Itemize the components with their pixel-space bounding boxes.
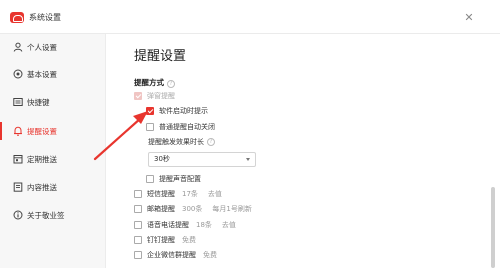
- email-refresh-note: 每月1号刷新: [212, 205, 252, 213]
- sidebar-item-about[interactable]: 关于敬业签: [0, 202, 106, 228]
- duration-label-row: 提醒触发效果时长?: [148, 137, 215, 147]
- app-logo-icon: [10, 12, 24, 23]
- dingtalk-price: 免费: [182, 236, 196, 244]
- sidebar: 个人设置 基本设置 快捷键 提醒设置 定期推送 内容推送 关于敬业签: [0, 34, 106, 268]
- sound-config-label: 提醒声音配置: [159, 175, 201, 183]
- voice-reminder-option[interactable]: 语音电话提醒 18条 去值: [134, 220, 236, 230]
- sms-reminder-label: 短信提醒: [147, 190, 175, 198]
- wecom-price: 免费: [203, 251, 217, 259]
- close-button[interactable]: ✕: [463, 12, 475, 24]
- email-reminder-label: 邮箱提醒: [147, 205, 175, 213]
- sms-quota: 17条: [182, 190, 198, 198]
- sidebar-item-content-push[interactable]: 内容推送: [0, 174, 106, 200]
- sidebar-item-personal[interactable]: 个人设置: [0, 34, 106, 60]
- duration-select-value: 30秒: [154, 155, 170, 163]
- info-icon: [13, 210, 23, 220]
- calendar-icon: [13, 155, 23, 164]
- bell-icon: [14, 126, 22, 136]
- sidebar-item-label: 提醒设置: [27, 126, 57, 136]
- help-icon[interactable]: ?: [207, 138, 215, 146]
- auto-close-option[interactable]: 普通提醒自动关闭: [146, 122, 215, 132]
- voice-reminder-checkbox[interactable]: [134, 221, 142, 229]
- dingtalk-reminder-option[interactable]: 钉钉提醒 免费: [134, 235, 196, 245]
- startup-reminder-label: 软件启动时提示: [159, 107, 208, 115]
- email-reminder-option[interactable]: 邮箱提醒 300条 每月1号刷新: [134, 204, 252, 214]
- email-quota: 300条: [182, 205, 203, 213]
- email-reminder-checkbox[interactable]: [134, 205, 142, 213]
- wecom-reminder-option[interactable]: 企业微信群提醒 免费: [134, 250, 217, 260]
- sidebar-item-scheduled-push[interactable]: 定期推送: [0, 146, 106, 172]
- window-title: 系统设置: [29, 13, 61, 22]
- scrollbar[interactable]: [491, 187, 495, 268]
- help-icon[interactable]: ?: [167, 80, 175, 88]
- popup-reminder-option: 弹窗提醒: [134, 91, 175, 101]
- sidebar-item-label: 关于敬业签: [27, 210, 65, 220]
- sidebar-item-label: 内容推送: [27, 182, 57, 192]
- sidebar-item-label: 快捷键: [27, 97, 50, 107]
- voice-quota: 18条: [196, 221, 212, 229]
- sms-reminder-checkbox[interactable]: [134, 190, 142, 198]
- section-label-text: 提醒方式: [134, 78, 164, 87]
- sidebar-item-label: 基本设置: [27, 69, 57, 79]
- wecom-reminder-checkbox[interactable]: [134, 251, 142, 259]
- startup-reminder-checkbox[interactable]: [146, 107, 154, 115]
- voice-reminder-label: 语音电话提醒: [147, 221, 189, 229]
- sidebar-item-label: 定期推送: [27, 154, 57, 164]
- sidebar-item-shortcuts[interactable]: 快捷键: [0, 89, 106, 115]
- sidebar-item-label: 个人设置: [27, 42, 57, 52]
- page-title: 提醒设置: [134, 49, 187, 64]
- settings-circle-icon: [13, 69, 23, 79]
- user-icon: [13, 42, 23, 52]
- dingtalk-reminder-label: 钉钉提醒: [147, 236, 175, 244]
- sound-config-checkbox[interactable]: [146, 175, 154, 183]
- sms-reminder-option[interactable]: 短信提醒 17条 去值: [134, 189, 222, 199]
- chevron-down-icon: [246, 158, 250, 161]
- sound-config-option[interactable]: 提醒声音配置: [146, 174, 201, 184]
- duration-select[interactable]: 30秒: [148, 152, 256, 167]
- sidebar-item-reminders[interactable]: 提醒设置: [0, 118, 106, 144]
- title-bar: 系统设置 ✕: [0, 0, 500, 34]
- dingtalk-reminder-checkbox[interactable]: [134, 236, 142, 244]
- auto-close-label: 普通提醒自动关闭: [159, 123, 215, 131]
- wecom-reminder-label: 企业微信群提醒: [147, 251, 196, 259]
- sms-recharge-link[interactable]: 去值: [208, 189, 222, 199]
- auto-close-checkbox[interactable]: [146, 123, 154, 131]
- main-panel: 提醒设置 提醒方式? 弹窗提醒 软件启动时提示 普通提醒自动关闭 提醒触发效果时…: [107, 34, 500, 268]
- popup-reminder-label: 弹窗提醒: [147, 92, 175, 100]
- document-icon: [13, 182, 23, 192]
- voice-recharge-link[interactable]: 去值: [222, 220, 236, 230]
- duration-label: 提醒触发效果时长: [148, 138, 204, 146]
- sidebar-item-basic[interactable]: 基本设置: [0, 61, 106, 87]
- section-label: 提醒方式?: [134, 77, 175, 88]
- popup-reminder-checkbox: [134, 92, 142, 100]
- startup-reminder-option[interactable]: 软件启动时提示: [146, 106, 208, 116]
- keyboard-icon: [13, 98, 23, 106]
